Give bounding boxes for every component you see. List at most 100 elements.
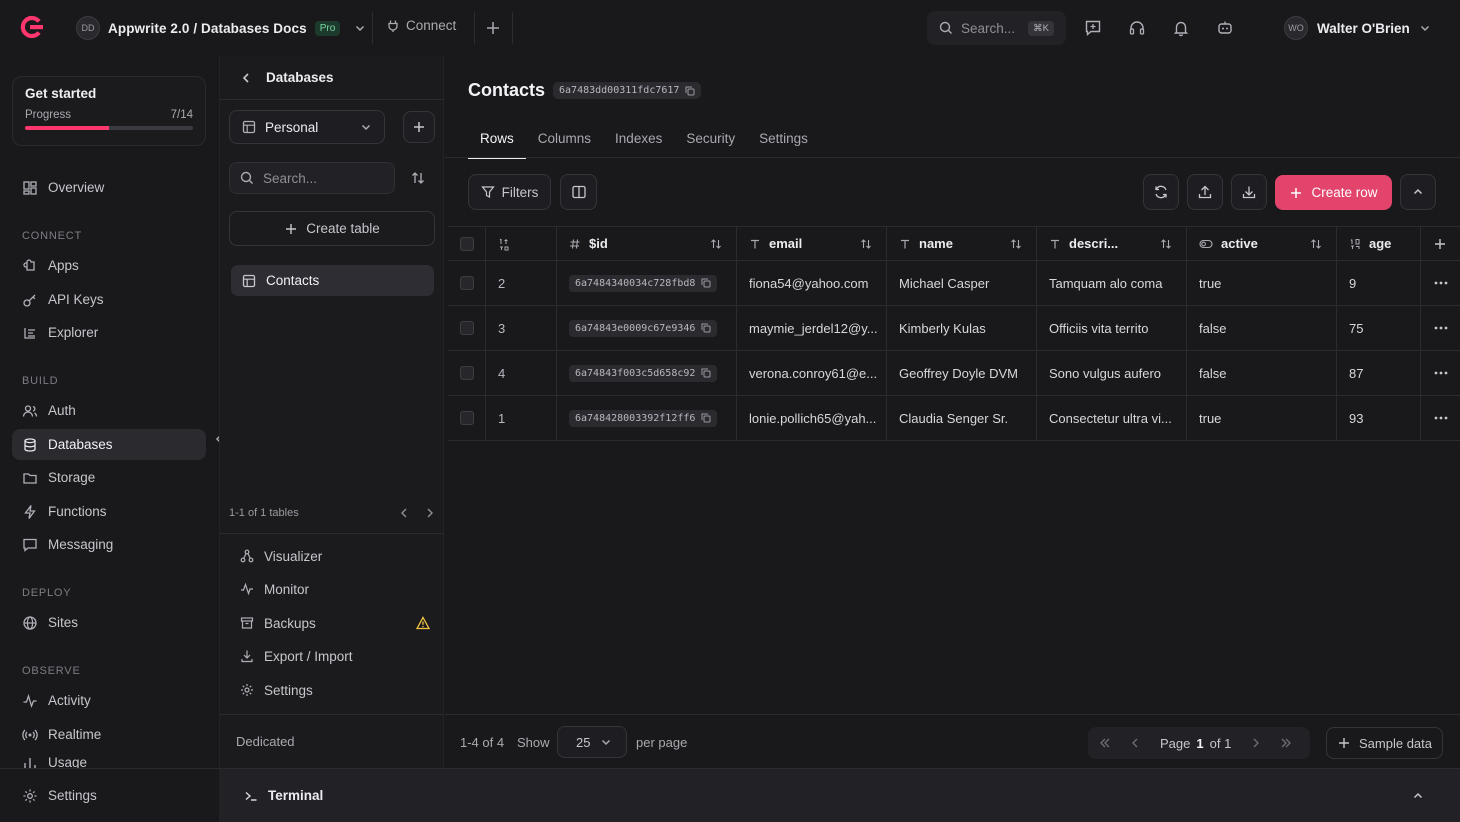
more-options-icon[interactable]	[1434, 281, 1448, 285]
cell-email[interactable]: maymie_jerdel12@y...	[737, 306, 887, 350]
cell-age[interactable]: 75	[1337, 306, 1421, 350]
add-column-icon[interactable]	[1433, 237, 1447, 251]
global-search[interactable]: Search... ⌘K	[927, 11, 1066, 45]
cell-name[interactable]: Michael Casper	[887, 261, 1037, 305]
more-options-icon[interactable]	[1434, 416, 1448, 420]
row-checkbox[interactable]	[460, 276, 474, 290]
table-row[interactable]: 2 6a7484340034c728fbd8 fiona54@yahoo.com Mi…	[448, 261, 1460, 306]
terminal-bar[interactable]: Terminal	[219, 768, 1460, 822]
upload-button[interactable]	[1187, 174, 1223, 210]
feedback-icon[interactable]	[1084, 19, 1102, 37]
cell-description[interactable]: Officiis vita territo	[1037, 306, 1187, 350]
select-all-checkbox[interactable]	[460, 236, 474, 251]
sidebar-item-sites[interactable]: Sites	[12, 607, 206, 638]
sidebar-item-settings[interactable]: Settings	[12, 780, 206, 811]
chevron-up-icon[interactable]	[1412, 790, 1424, 802]
assistant-icon[interactable]	[1216, 19, 1234, 37]
row-id-cell[interactable]: 6a748428003392f12ff6	[557, 396, 737, 440]
row-id-chip[interactable]: 6a74843f003c5d658c92	[569, 364, 718, 382]
table-search-input[interactable]: Search...	[229, 162, 395, 194]
table-row[interactable]: 4 6a74843f003c5d658c92 verona.conroy61@e..…	[448, 351, 1460, 396]
link-settings[interactable]: Settings	[240, 679, 430, 701]
column-header-email[interactable]: email	[737, 227, 887, 260]
chevron-right-icon[interactable]	[425, 507, 435, 519]
table-item-contacts[interactable]: Contacts	[231, 265, 434, 296]
column-header-description[interactable]: descri...	[1037, 227, 1187, 260]
create-row-button[interactable]: Create row	[1275, 175, 1392, 210]
link-visualizer[interactable]: Visualizer	[240, 545, 430, 567]
create-table-button[interactable]: Create table	[229, 211, 435, 246]
cell-active[interactable]: true	[1187, 261, 1337, 305]
sidebar-item-explorer[interactable]: Explorer	[12, 317, 206, 348]
more-options-icon[interactable]	[1434, 371, 1448, 375]
sidebar-item-api-keys[interactable]: API Keys	[12, 284, 206, 315]
sidebar-item-usage[interactable]: Usage	[12, 752, 206, 768]
cell-email[interactable]: lonie.pollich65@yah...	[737, 396, 887, 440]
sort-icon[interactable]	[710, 238, 722, 250]
cell-email[interactable]: verona.conroy61@e...	[737, 351, 887, 395]
sidebar-item-apps[interactable]: Apps	[12, 250, 206, 281]
table-row[interactable]: 1 6a748428003392f12ff6 lonie.pollich65@yah…	[448, 396, 1460, 441]
row-id-chip[interactable]: 6a74843e0009c67e9346	[569, 319, 718, 337]
sidebar-item-functions[interactable]: Functions	[12, 496, 206, 527]
sidebar-item-auth[interactable]: Auth	[12, 395, 206, 426]
row-id-cell[interactable]: 6a7484340034c728fbd8	[557, 261, 737, 305]
row-checkbox[interactable]	[460, 321, 474, 335]
table-id-chip[interactable]: 6a7483dd00311fdc7617	[553, 82, 702, 99]
row-id-chip[interactable]: 6a748428003392f12ff6	[569, 409, 718, 427]
next-page-icon[interactable]	[1251, 737, 1261, 749]
get-started-card[interactable]: Get started Progress 7/14	[12, 76, 206, 146]
sidebar-item-overview[interactable]: Overview	[12, 172, 206, 203]
columns-toggle-button[interactable]	[560, 174, 597, 210]
link-export-import[interactable]: Export / Import	[240, 645, 430, 667]
add-database-button[interactable]	[403, 111, 435, 143]
more-options-icon[interactable]	[1434, 326, 1448, 330]
database-select[interactable]: Personal	[229, 110, 385, 144]
download-button[interactable]	[1231, 174, 1267, 210]
tab-indexes[interactable]: Indexes	[603, 118, 674, 158]
sort-icon[interactable]	[1160, 238, 1172, 250]
cell-active[interactable]: true	[1187, 396, 1337, 440]
chevron-left-icon[interactable]	[399, 507, 409, 519]
cell-name[interactable]: Claudia Senger Sr.	[887, 396, 1037, 440]
cell-age[interactable]: 93	[1337, 396, 1421, 440]
appwrite-logo-icon[interactable]	[18, 15, 44, 39]
prev-page-icon[interactable]	[1130, 737, 1140, 749]
last-page-icon[interactable]	[1279, 737, 1293, 749]
cell-email[interactable]: fiona54@yahoo.com	[737, 261, 887, 305]
cell-description[interactable]: Consectetur ultra vi...	[1037, 396, 1187, 440]
sidebar-item-storage[interactable]: Storage	[12, 462, 206, 493]
back-arrow-icon[interactable]	[240, 72, 252, 84]
headset-icon[interactable]	[1128, 19, 1146, 37]
tab-rows[interactable]: Rows	[468, 118, 526, 159]
cell-name[interactable]: Kimberly Kulas	[887, 306, 1037, 350]
sidebar-item-messaging[interactable]: Messaging	[12, 529, 206, 560]
sidebar-item-realtime[interactable]: Realtime	[12, 719, 206, 750]
column-header-name[interactable]: name	[887, 227, 1037, 260]
sort-icon[interactable]	[860, 238, 872, 250]
sort-icon[interactable]	[1010, 238, 1022, 250]
link-monitor[interactable]: Monitor	[240, 578, 430, 600]
row-id-cell[interactable]: 6a74843e0009c67e9346	[557, 306, 737, 350]
cell-age[interactable]: 9	[1337, 261, 1421, 305]
refresh-button[interactable]	[1143, 174, 1179, 210]
cell-age[interactable]: 87	[1337, 351, 1421, 395]
connect-button[interactable]: Connect	[386, 18, 456, 33]
row-id-cell[interactable]: 6a74843f003c5d658c92	[557, 351, 737, 395]
cell-description[interactable]: Tamquam alo coma	[1037, 261, 1187, 305]
sample-data-button[interactable]: Sample data	[1326, 727, 1443, 759]
link-backups[interactable]: Backups	[240, 612, 430, 634]
tab-settings[interactable]: Settings	[747, 118, 820, 158]
row-checkbox[interactable]	[460, 366, 474, 380]
cell-active[interactable]: false	[1187, 351, 1337, 395]
first-page-icon[interactable]	[1098, 737, 1112, 749]
collapse-button[interactable]	[1400, 174, 1436, 210]
cell-description[interactable]: Sono vulgus aufero	[1037, 351, 1187, 395]
cell-active[interactable]: false	[1187, 306, 1337, 350]
column-header-id[interactable]: $id	[557, 227, 737, 260]
per-page-select[interactable]: 25	[557, 726, 627, 758]
bell-icon[interactable]	[1172, 19, 1190, 37]
sort-icon[interactable]	[410, 170, 426, 186]
add-icon[interactable]	[485, 20, 501, 36]
row-checkbox[interactable]	[460, 411, 474, 425]
